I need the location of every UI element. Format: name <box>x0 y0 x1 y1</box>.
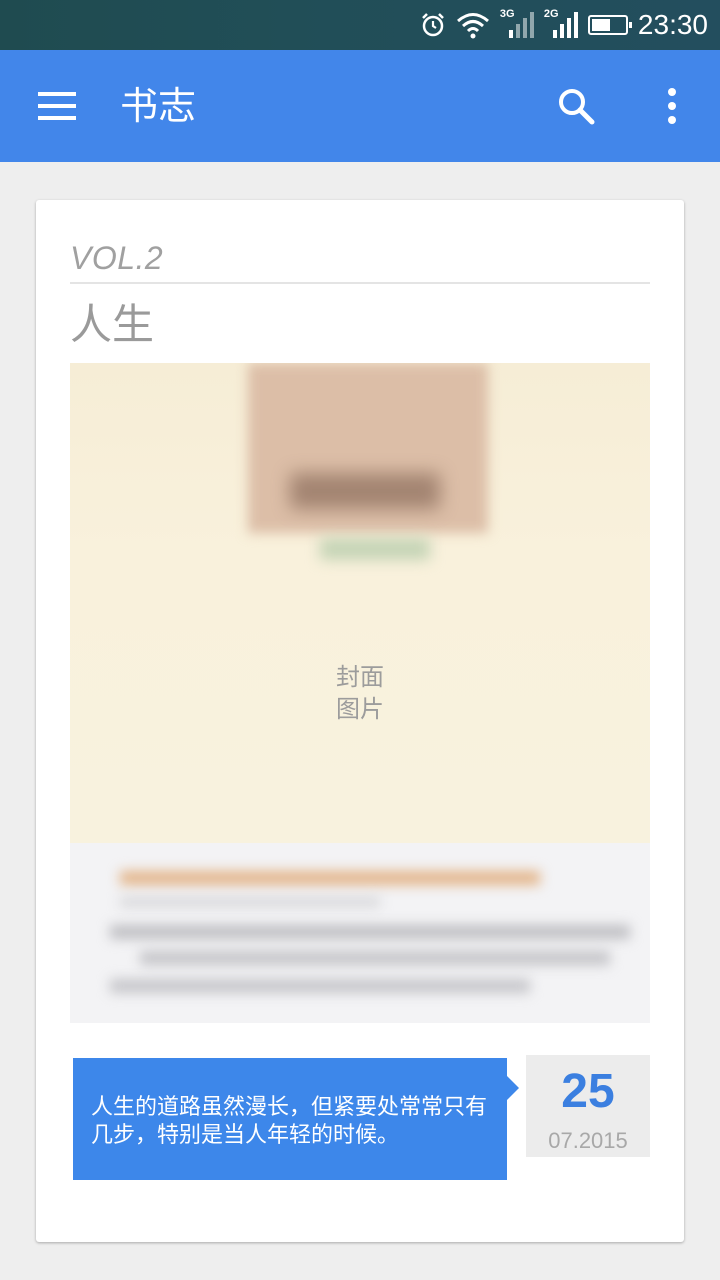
status-time: 23:30 <box>637 9 708 40</box>
quote-box: 人生的道路虽然漫长，但紧要处常常只有几步，特别是当人年轻的时候。 <box>73 1058 519 1180</box>
wifi-icon <box>456 13 489 39</box>
date-month-year: 07.2015 <box>548 1128 628 1153</box>
issue-card[interactable]: VOL.2 人生 封面 图片 人生的道路虽然漫长，但紧要处常常只有几步，特别是当… <box>36 200 684 1242</box>
app-bar: 书志 <box>0 50 720 162</box>
app-title: 书志 <box>120 84 197 128</box>
cover-image-text-area <box>70 843 650 1023</box>
alarm-icon <box>422 13 444 37</box>
battery-level <box>591 19 610 31</box>
date-day: 25 <box>561 1065 615 1118</box>
cover-label-line1: 封面 <box>336 663 384 691</box>
issue-title: 人生 <box>70 300 155 349</box>
status-icons: 3G 2G 23:30 <box>420 0 708 50</box>
divider <box>70 282 650 284</box>
quote-text: 人生的道路虽然漫长，但紧要处常常只有几步，特别是当人年轻的时候。 <box>91 1095 488 1148</box>
more-vert-icon[interactable] <box>660 86 684 126</box>
cover-label-line2: 图片 <box>336 695 384 723</box>
menu-icon[interactable] <box>38 92 76 120</box>
search-icon[interactable] <box>556 86 596 126</box>
signal-3g-icon: 3G <box>500 8 534 40</box>
status-bar: 3G 2G 23:30 <box>0 0 720 50</box>
signal-2g-icon: 2G <box>544 8 578 40</box>
date-badge: 25 07.2015 <box>526 1055 650 1157</box>
cover-placeholder-label: 封面 图片 <box>70 661 650 725</box>
battery-icon <box>587 15 632 35</box>
cover-image[interactable]: 封面 图片 <box>70 363 650 1023</box>
volume-label: VOL.2 <box>70 240 164 276</box>
